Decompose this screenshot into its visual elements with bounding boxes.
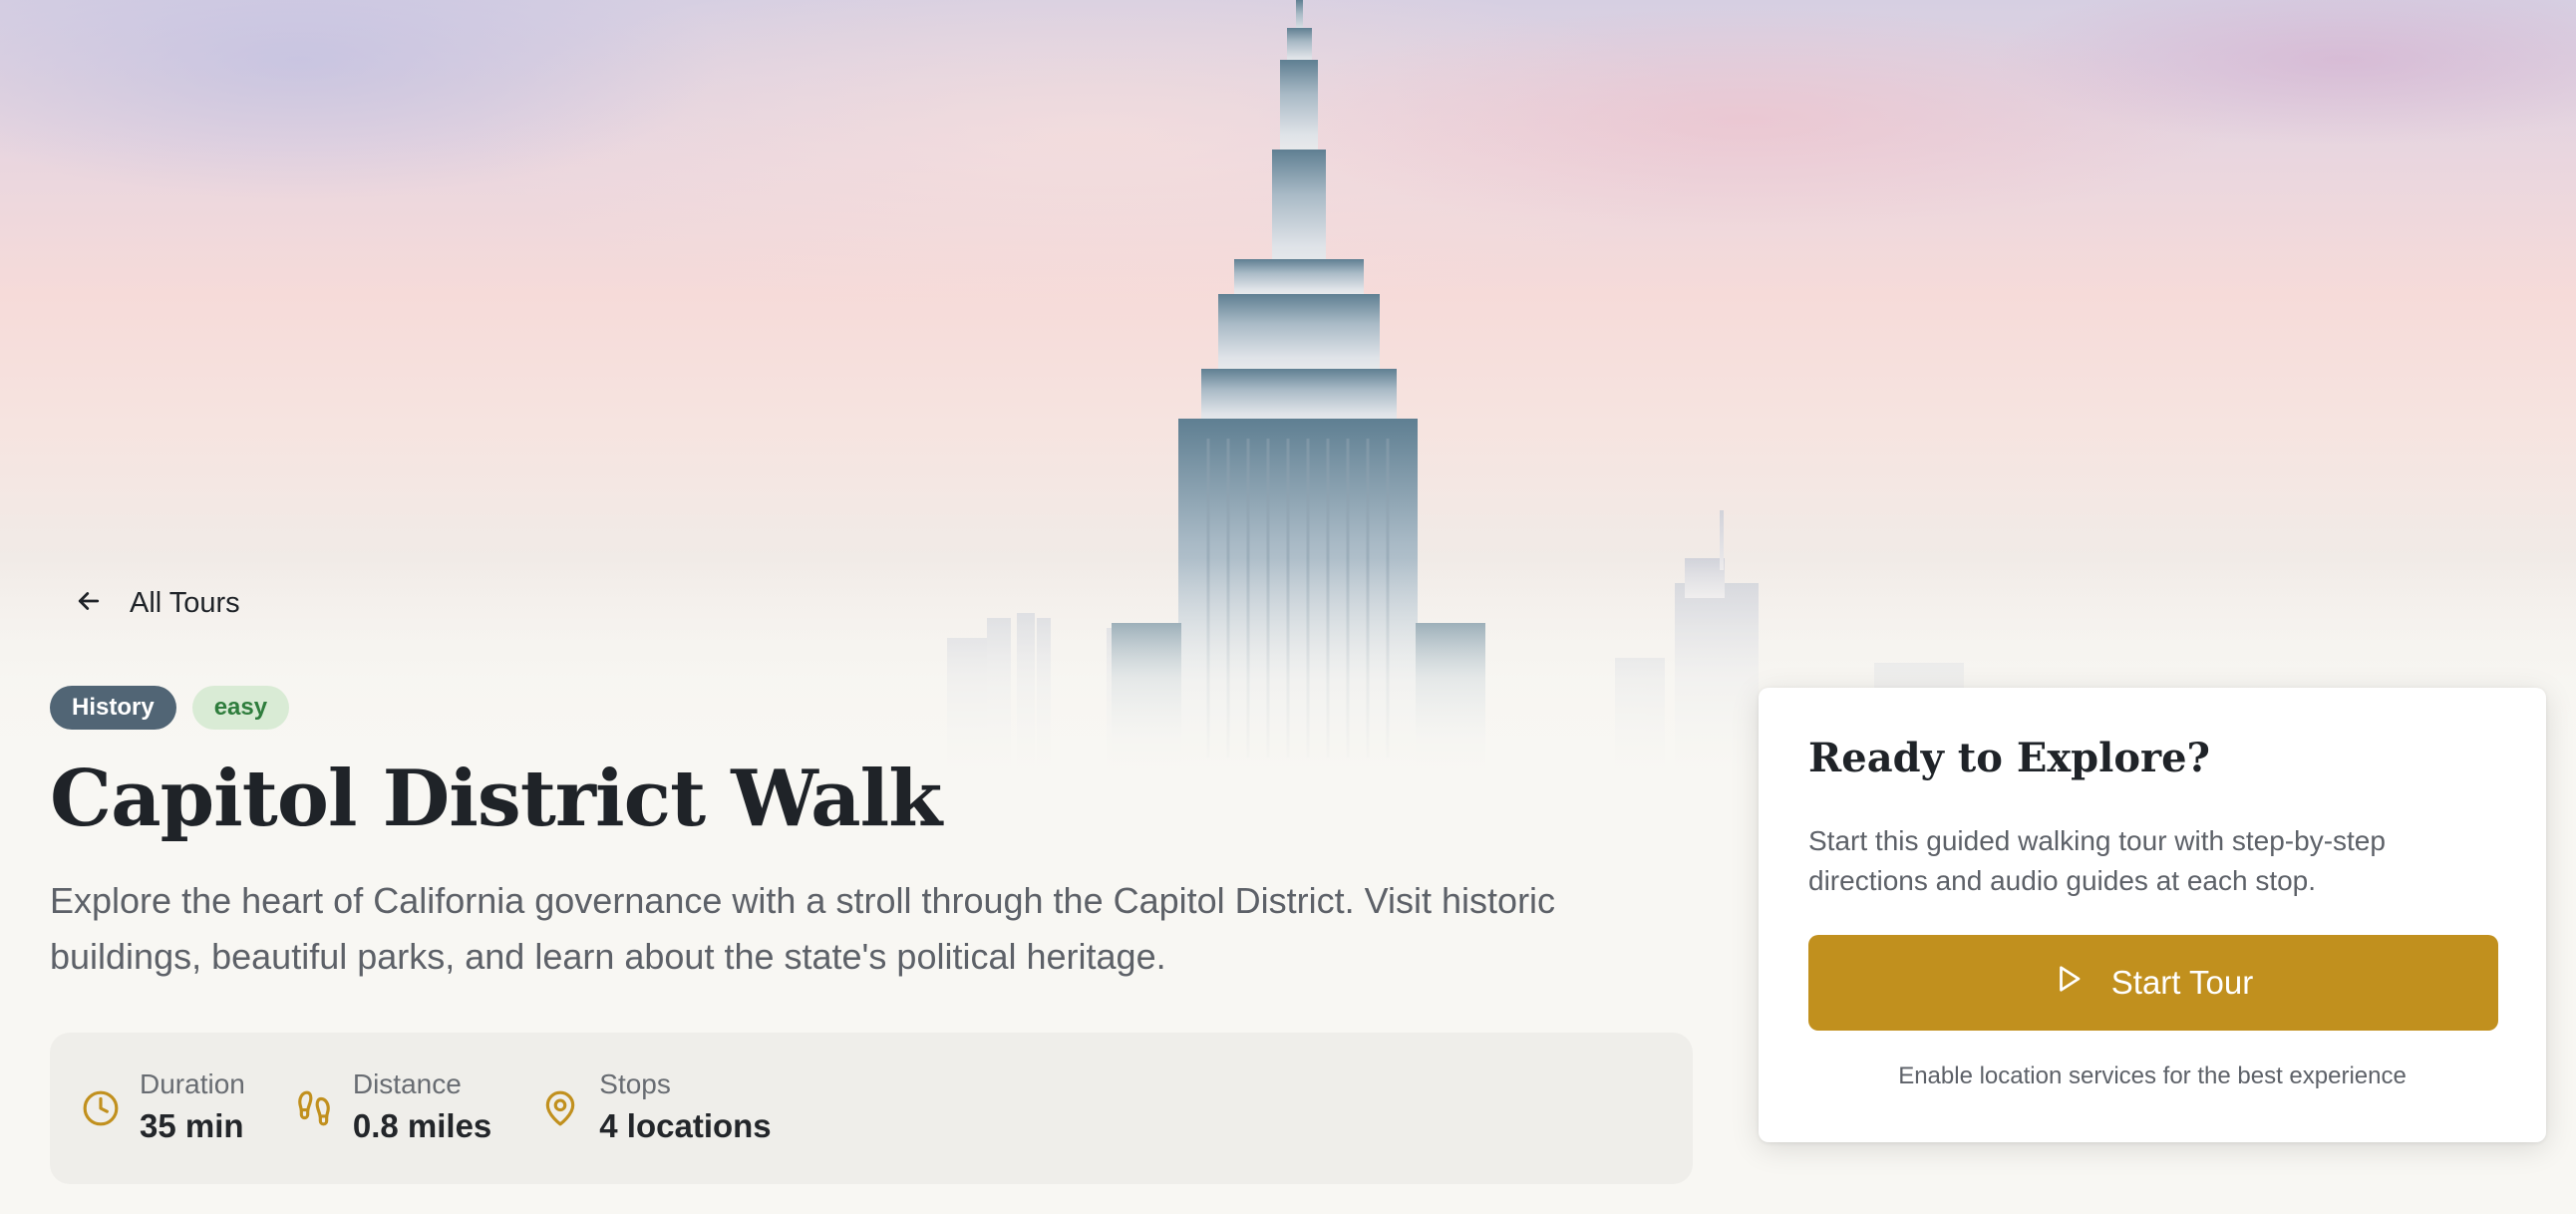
stat-value: 0.8 miles (352, 1107, 492, 1144)
stat-duration: Duration 35 min (80, 1066, 245, 1150)
stat-value: 4 locations (599, 1107, 772, 1144)
stat-label: Duration (140, 1068, 245, 1099)
map-pin-icon (539, 1087, 581, 1129)
start-tour-button[interactable]: Start Tour (1808, 935, 2498, 1031)
footprints-icon (293, 1087, 335, 1129)
stat-value: 35 min (140, 1107, 244, 1144)
stat-distance: Distance 0.8 miles (293, 1066, 491, 1150)
stat-label: Stops (599, 1068, 671, 1099)
location-services-note: Enable location services for the best ex… (1898, 1062, 2407, 1089)
tour-tags: History easy (50, 686, 290, 730)
category-badge: History (50, 686, 176, 730)
tour-title: Capitol District Walk (50, 754, 942, 844)
hero-image (0, 0, 2576, 777)
difficulty-badge: easy (191, 686, 290, 730)
back-to-all-tours-link[interactable]: All Tours (74, 578, 240, 628)
tour-stats-panel: Duration 35 min Distance 0.8 miles Stops (50, 1033, 1693, 1184)
play-icon (2054, 964, 2084, 1002)
card-title: Ready to Explore? (1808, 735, 2210, 781)
clock-icon (80, 1087, 122, 1129)
tour-description: Explore the heart of California governan… (50, 880, 1556, 977)
card-description: Start this guided walking tour with step… (1808, 825, 2386, 896)
arrow-left-icon (74, 586, 104, 621)
start-tour-card: Ready to Explore? Start this guided walk… (1759, 688, 2546, 1142)
back-link-label: All Tours (130, 586, 240, 619)
stat-stops: Stops 4 locations (539, 1066, 772, 1150)
start-tour-label: Start Tour (2110, 964, 2254, 1001)
stat-label: Distance (352, 1068, 462, 1099)
